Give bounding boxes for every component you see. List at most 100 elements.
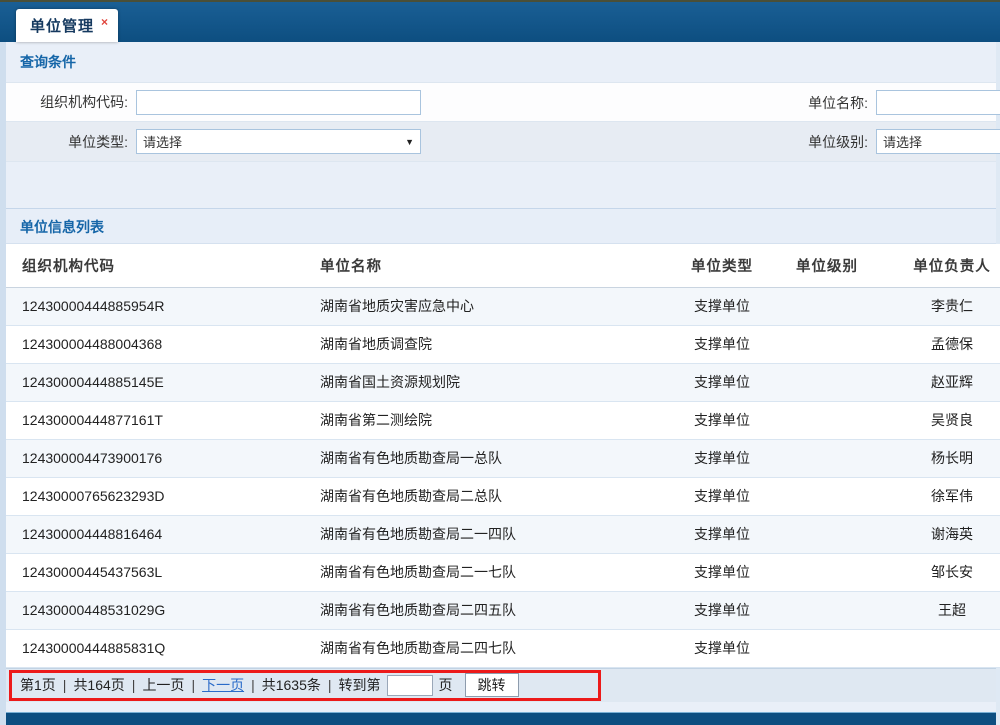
total-records-label: 共1635条 [262, 675, 321, 695]
table-cell: 湖南省地质调查院 [314, 325, 672, 363]
table-cell: 湖南省第二测绘院 [314, 401, 672, 439]
form-row-2: 单位类型: 请选择 ▼ 单位级别: 请选择 [6, 122, 996, 162]
org-code-input[interactable] [136, 90, 421, 115]
table-cell: 124300004473900176 [6, 439, 314, 477]
unit-table: 组织机构代码 单位名称 单位类型 单位级别 单位负责人 124300004448… [6, 244, 1000, 668]
goto-page-input[interactable] [387, 675, 433, 696]
tab-bar: 单位管理 × [0, 2, 1000, 42]
table-row[interactable]: 124300004488004368湖南省地质调查院支撑单位孟德保 [6, 325, 1000, 363]
table-cell: 杨长明 [882, 439, 1000, 477]
table-cell: 邹长安 [882, 553, 1000, 591]
unit-level-label: 单位级别: [798, 132, 876, 152]
pagination-highlight-box: 第1页 | 共164页 | 上一页 | 下一页 | 共1635条 | 转到第 页… [9, 670, 601, 701]
table-cell [772, 591, 882, 629]
table-row[interactable]: 124300004473900176湖南省有色地质勘查局一总队支撑单位杨长明 [6, 439, 1000, 477]
table-cell: 支撑单位 [672, 401, 772, 439]
column-header-unit-type: 单位类型 [672, 244, 772, 287]
table-cell: 支撑单位 [672, 363, 772, 401]
goto-page-prefix: 转到第 [339, 675, 381, 695]
unit-name-label: 单位名称: [798, 93, 876, 113]
total-pages-label: 共164页 [73, 675, 124, 695]
table-cell: 12430000444885954R [6, 287, 314, 325]
table-cell: 12430000448531029G [6, 591, 314, 629]
table-cell [772, 477, 882, 515]
form-row-2-right: 单位级别: 请选择 [798, 129, 1000, 154]
table-cell: 支撑单位 [672, 477, 772, 515]
table-cell: 吴贤良 [882, 401, 1000, 439]
org-code-label: 组织机构代码: [6, 92, 136, 112]
column-header-org-code: 组织机构代码 [6, 244, 314, 287]
unit-level-select[interactable]: 请选择 [876, 129, 1000, 154]
separator: | [251, 677, 255, 693]
table-row[interactable]: 12430000444877161T湖南省第二测绘院支撑单位 吴贤良 [6, 401, 1000, 439]
table-cell: 12430000444877161T [6, 401, 314, 439]
table-row[interactable]: 12430000765623293D湖南省有色地质勘查局二总队支撑单位 徐军伟 [6, 477, 1000, 515]
next-page-link[interactable]: 下一页 [202, 675, 244, 695]
tab-unit-management[interactable]: 单位管理 × [16, 9, 118, 42]
table-cell: 12430000444885145E [6, 363, 314, 401]
table-cell: 徐军伟 [882, 477, 1000, 515]
table-cell: 湖南省有色地质勘查局一总队 [314, 439, 672, 477]
table-body: 12430000444885954R湖南省地质灾害应急中心支撑单位李贵仁1243… [6, 287, 1000, 667]
table-cell: 支撑单位 [672, 591, 772, 629]
table-cell: 124300004488004368 [6, 325, 314, 363]
table-row[interactable]: 12430000445437563L湖南省有色地质勘查局二一七队支撑单位 邹长安 [6, 553, 1000, 591]
unit-name-input[interactable] [876, 90, 1000, 115]
table-row[interactable]: 12430000448531029G湖南省有色地质勘查局二四五队支撑单位王超 [6, 591, 1000, 629]
table-cell [772, 629, 882, 667]
column-header-unit-name: 单位名称 [314, 244, 672, 287]
pagination-bar: 第1页 | 共164页 | 上一页 | 下一页 | 共1635条 | 转到第 页… [6, 668, 996, 702]
table-cell [772, 363, 882, 401]
list-section-title: 单位信息列表 [6, 208, 996, 244]
form-row-1: 组织机构代码: 单位名称: [6, 82, 996, 122]
table-cell: 12430000444885831Q [6, 629, 314, 667]
table-cell: 124300004448816464 [6, 515, 314, 553]
table-cell: 湖南省有色地质勘查局二总队 [314, 477, 672, 515]
table-cell [772, 515, 882, 553]
separator: | [63, 677, 67, 693]
bottom-status-strip [6, 712, 996, 725]
table-row[interactable]: 12430000444885145E湖南省国土资源规划院支撑单位 赵亚辉 [6, 363, 1000, 401]
table-cell: 12430000445437563L [6, 553, 314, 591]
query-panel-spacer [6, 162, 996, 208]
table-cell: 赵亚辉 [882, 363, 1000, 401]
content-frame: 查询条件 组织机构代码: 单位名称: 单位类型: 请选择 ▼ 单位级别: 请选择 [0, 42, 1000, 725]
tab-close-icon[interactable]: × [101, 15, 108, 29]
table-cell: 湖南省地质灾害应急中心 [314, 287, 672, 325]
form-row-1-right: 单位名称: [798, 90, 1000, 115]
unit-type-label: 单位类型: [6, 132, 136, 152]
unit-type-select-value: 请选择 [143, 132, 182, 151]
table-cell [882, 629, 1000, 667]
table-cell: 湖南省有色地质勘查局二一四队 [314, 515, 672, 553]
separator: | [191, 677, 195, 693]
table-cell [772, 553, 882, 591]
table-header-row: 组织机构代码 单位名称 单位类型 单位级别 单位负责人 [6, 244, 1000, 287]
table-cell [772, 401, 882, 439]
table-row[interactable]: 12430000444885954R湖南省地质灾害应急中心支撑单位 李贵仁 [6, 287, 1000, 325]
jump-button[interactable]: 跳转 [465, 673, 519, 697]
table-cell: 湖南省有色地质勘查局二一七队 [314, 553, 672, 591]
table-cell: 李贵仁 [882, 287, 1000, 325]
table-row[interactable]: 124300004448816464湖南省有色地质勘查局二一四队支撑单位谢海英 [6, 515, 1000, 553]
separator: | [132, 677, 136, 693]
table-cell: 支撑单位 [672, 515, 772, 553]
unit-level-select-value: 请选择 [883, 132, 922, 151]
table-cell: 支撑单位 [672, 553, 772, 591]
prev-page-button[interactable]: 上一页 [142, 675, 184, 695]
query-section-title: 查询条件 [6, 42, 996, 82]
table-cell [772, 287, 882, 325]
unit-type-select[interactable]: 请选择 ▼ [136, 129, 421, 154]
table-row[interactable]: 12430000444885831Q湖南省有色地质勘查局二四七队支撑单位 [6, 629, 1000, 667]
table-cell: 支撑单位 [672, 287, 772, 325]
table-cell: 湖南省有色地质勘查局二四七队 [314, 629, 672, 667]
table-cell: 支撑单位 [672, 325, 772, 363]
table-cell: 王超 [882, 591, 1000, 629]
column-header-unit-level: 单位级别 [772, 244, 882, 287]
goto-page-suffix: 页 [439, 675, 453, 695]
table-cell: 湖南省国土资源规划院 [314, 363, 672, 401]
separator: | [328, 677, 332, 693]
table-cell: 12430000765623293D [6, 477, 314, 515]
column-header-unit-manager: 单位负责人 [882, 244, 1000, 287]
unit-management-page: 单位管理 × 查询条件 组织机构代码: 单位名称: 单位类型: 请选择 ▼ 单位… [0, 0, 1000, 725]
table-cell [772, 325, 882, 363]
